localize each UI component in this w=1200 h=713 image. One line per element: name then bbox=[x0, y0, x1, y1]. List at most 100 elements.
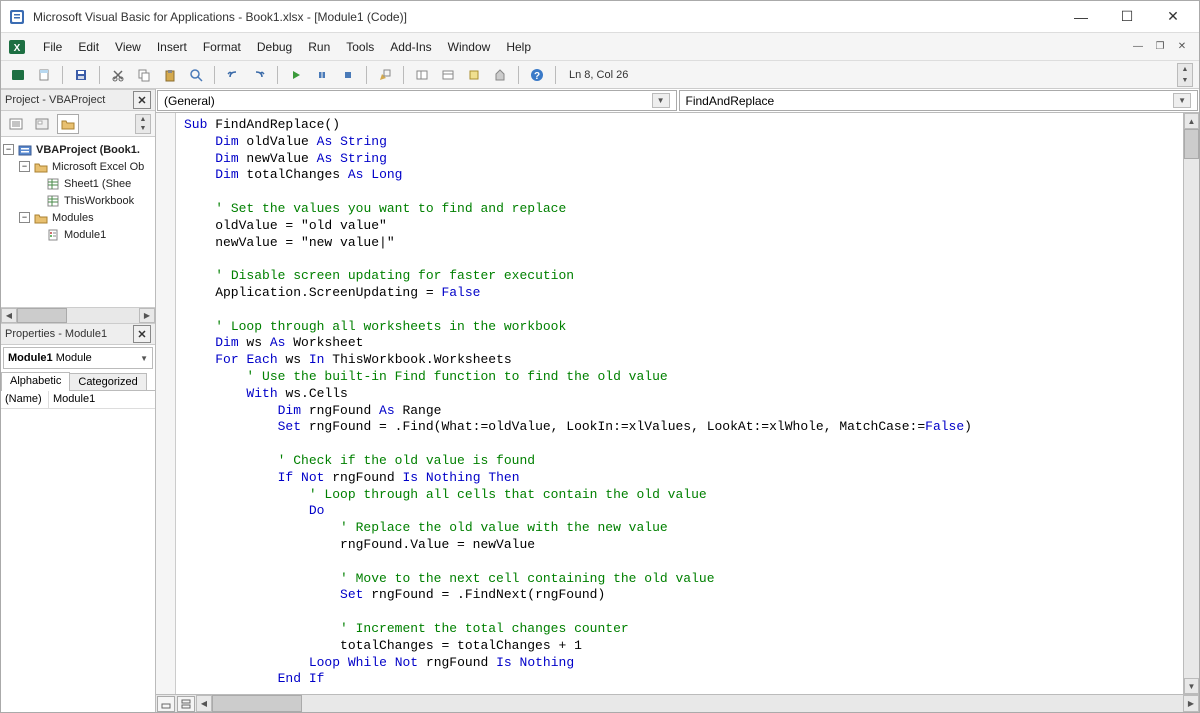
chevron-down-icon: ▼ bbox=[1173, 93, 1191, 108]
minimize-button[interactable]: — bbox=[1067, 7, 1095, 27]
module-icon bbox=[45, 228, 61, 242]
tree-module1[interactable]: Module1 bbox=[64, 229, 106, 241]
tree-collapse-icon[interactable]: − bbox=[19, 161, 30, 172]
cursor-position: Ln 8, Col 26 bbox=[569, 69, 628, 81]
project-panel-close[interactable]: ✕ bbox=[133, 91, 151, 109]
code-editor[interactable]: Sub FindAndReplace() Dim oldValue As Str… bbox=[176, 113, 1183, 694]
hscroll-left[interactable]: ◀ bbox=[196, 695, 212, 712]
properties-dropdown-bold: Module1 bbox=[8, 352, 53, 364]
find-button[interactable] bbox=[185, 64, 207, 86]
code-bottom-bar: ◀ ▶ bbox=[156, 694, 1199, 712]
tab-categorized[interactable]: Categorized bbox=[69, 373, 146, 390]
menu-format[interactable]: Format bbox=[195, 36, 249, 58]
toggle-folders-button[interactable] bbox=[57, 114, 79, 134]
project-explorer-button[interactable] bbox=[411, 64, 433, 86]
properties-object-dropdown[interactable]: Module1 Module ▼ bbox=[3, 347, 153, 369]
menu-window[interactable]: Window bbox=[440, 36, 499, 58]
maximize-button[interactable]: ☐ bbox=[1113, 7, 1141, 27]
properties-panel-close[interactable]: ✕ bbox=[133, 325, 151, 343]
excel-icon[interactable]: X bbox=[7, 37, 27, 57]
menu-run[interactable]: Run bbox=[300, 36, 338, 58]
view-object-button[interactable] bbox=[31, 114, 53, 134]
menu-addins[interactable]: Add-Ins bbox=[382, 36, 439, 58]
folder-icon bbox=[33, 160, 49, 174]
tree-collapse-icon[interactable]: − bbox=[19, 212, 30, 223]
code-margin bbox=[156, 113, 176, 694]
doc-minimize-button[interactable]: — bbox=[1131, 40, 1145, 54]
code-vscroll[interactable]: ▲▼ bbox=[1183, 113, 1199, 694]
procedure-dropdown-value: FindAndReplace bbox=[686, 94, 775, 108]
reset-button[interactable] bbox=[337, 64, 359, 86]
hscroll-thumb[interactable] bbox=[212, 695, 302, 712]
undo-button[interactable] bbox=[222, 64, 244, 86]
menu-insert[interactable]: Insert bbox=[149, 36, 195, 58]
project-tree: − VBAProject (Book1. − Microsoft Excel O… bbox=[1, 137, 155, 307]
menu-debug[interactable]: Debug bbox=[249, 36, 300, 58]
sheet-icon bbox=[45, 177, 61, 191]
tab-alphabetic[interactable]: Alphabetic bbox=[1, 372, 70, 391]
separator bbox=[403, 66, 404, 84]
menu-file[interactable]: File bbox=[35, 36, 70, 58]
redo-button[interactable] bbox=[248, 64, 270, 86]
view-excel-button[interactable] bbox=[7, 64, 29, 86]
doc-close-button[interactable]: ✕ bbox=[1175, 40, 1189, 54]
close-button[interactable]: ✕ bbox=[1159, 7, 1187, 27]
object-browser-button[interactable] bbox=[463, 64, 485, 86]
break-button[interactable] bbox=[311, 64, 333, 86]
tree-collapse-icon[interactable]: − bbox=[3, 144, 14, 155]
object-dropdown-value: (General) bbox=[164, 94, 215, 108]
tree-modules[interactable]: Modules bbox=[52, 212, 94, 224]
menu-tools[interactable]: Tools bbox=[338, 36, 382, 58]
properties-window-button[interactable] bbox=[437, 64, 459, 86]
project-toolbar-scroll[interactable]: ▲▼ bbox=[135, 114, 151, 134]
tree-excel-objects[interactable]: Microsoft Excel Ob bbox=[52, 161, 144, 173]
procedure-view-button[interactable] bbox=[157, 696, 175, 712]
toolbar: ? Ln 8, Col 26 ▲▼ bbox=[1, 61, 1199, 89]
svg-text:?: ? bbox=[534, 71, 540, 82]
vbaproject-icon bbox=[17, 143, 33, 157]
paste-button[interactable] bbox=[159, 64, 181, 86]
separator bbox=[62, 66, 63, 84]
separator bbox=[277, 66, 278, 84]
toolbox-button[interactable] bbox=[489, 64, 511, 86]
save-button[interactable] bbox=[70, 64, 92, 86]
insert-module-button[interactable] bbox=[33, 64, 55, 86]
menu-view[interactable]: View bbox=[107, 36, 149, 58]
tree-vbaproject[interactable]: VBAProject (Book1. bbox=[36, 144, 140, 156]
property-name: (Name) bbox=[1, 391, 49, 408]
separator bbox=[366, 66, 367, 84]
properties-panel-title: Properties - Module1 bbox=[5, 328, 107, 340]
project-panel-toolbar: ▲▼ bbox=[1, 111, 155, 137]
folder-icon bbox=[33, 211, 49, 225]
vba-app-icon bbox=[9, 9, 25, 25]
copy-button[interactable] bbox=[133, 64, 155, 86]
separator bbox=[214, 66, 215, 84]
toolbar-scroll[interactable]: ▲▼ bbox=[1177, 63, 1193, 87]
svg-text:X: X bbox=[14, 43, 21, 54]
doc-restore-button[interactable]: ❐ bbox=[1153, 40, 1167, 54]
object-dropdown[interactable]: (General) ▼ bbox=[157, 90, 677, 111]
menu-help[interactable]: Help bbox=[498, 36, 539, 58]
properties-grid: (Name) Module1 bbox=[1, 391, 155, 712]
window-title: Microsoft Visual Basic for Applications … bbox=[33, 10, 1067, 24]
full-module-view-button[interactable] bbox=[177, 696, 195, 712]
chevron-down-icon: ▼ bbox=[652, 93, 670, 108]
procedure-dropdown[interactable]: FindAndReplace ▼ bbox=[679, 90, 1199, 111]
design-mode-button[interactable] bbox=[374, 64, 396, 86]
properties-panel-header: Properties - Module1 ✕ bbox=[1, 323, 155, 345]
tree-sheet1[interactable]: Sheet1 (Shee bbox=[64, 178, 131, 190]
cut-button[interactable] bbox=[107, 64, 129, 86]
property-value[interactable]: Module1 bbox=[49, 391, 155, 408]
project-hscroll[interactable]: ◀▶ bbox=[1, 307, 155, 323]
hscroll-right[interactable]: ▶ bbox=[1183, 695, 1199, 712]
help-button[interactable]: ? bbox=[526, 64, 548, 86]
properties-dropdown-rest: Module bbox=[56, 352, 92, 364]
run-button[interactable] bbox=[285, 64, 307, 86]
workbook-icon bbox=[45, 194, 61, 208]
chevron-down-icon: ▼ bbox=[140, 354, 148, 363]
project-panel-title: Project - VBAProject bbox=[5, 94, 105, 106]
tree-thisworkbook[interactable]: ThisWorkbook bbox=[64, 195, 134, 207]
project-panel-header: Project - VBAProject ✕ bbox=[1, 89, 155, 111]
menu-edit[interactable]: Edit bbox=[70, 36, 107, 58]
view-code-button[interactable] bbox=[5, 114, 27, 134]
